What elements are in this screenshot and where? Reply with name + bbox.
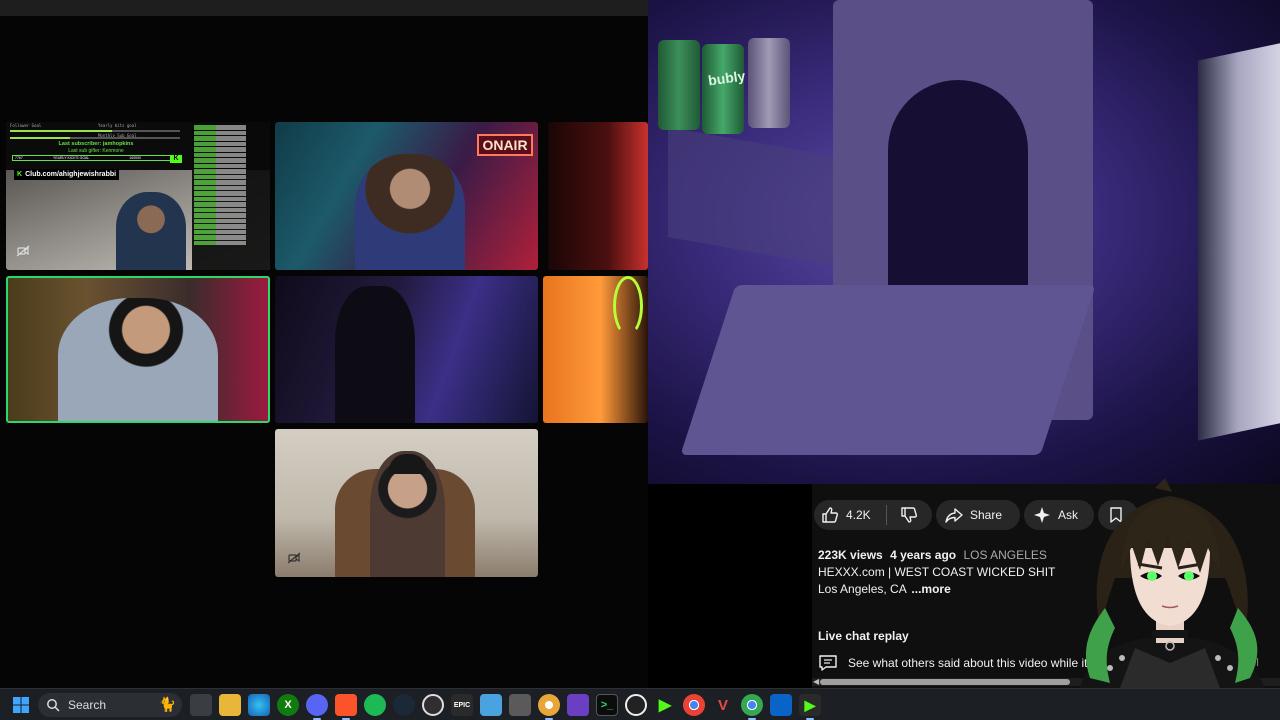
streamer-figure	[58, 298, 218, 421]
kick-goal-bar: 7767 YEARLY KICK'S GOAL 100000	[12, 155, 182, 161]
neon-ring	[613, 276, 643, 336]
file-explorer-icon[interactable]	[219, 694, 241, 716]
brave-icon[interactable]	[335, 694, 357, 720]
live-chat-replay-title: Live chat replay	[818, 629, 909, 643]
scene-cans: bubly	[658, 30, 798, 150]
stream-tile-bearded[interactable]: ONAIR	[275, 122, 538, 270]
stream-grid: Follower Goal Yearly bits goal Monthly S…	[0, 0, 648, 688]
scene-monitor	[1198, 39, 1280, 441]
task-view-icon[interactable]	[190, 694, 212, 716]
streamer-figure	[355, 154, 465, 270]
sparkle-icon	[1034, 507, 1050, 523]
last-subscriber: Last subscriber: jamhopkins	[58, 141, 134, 147]
discord-icon[interactable]	[306, 694, 328, 720]
vscode-icon[interactable]	[770, 694, 792, 716]
kick-goal-target: 100000	[129, 156, 141, 160]
streamer-figure	[116, 192, 186, 270]
follower-goal-bar	[10, 130, 180, 132]
like-count: 4.2K	[846, 508, 871, 522]
stream-tile-active-speaker[interactable]	[6, 276, 270, 423]
thumbs-up-icon	[822, 507, 838, 523]
like-dislike-group: 4.2K	[814, 500, 932, 530]
kick-app-icon[interactable]: ▶	[654, 694, 676, 716]
chrome-canary-icon[interactable]	[538, 694, 560, 720]
vtuber-avatar	[1060, 478, 1280, 688]
follower-goal-label: Follower Goal	[10, 123, 42, 128]
media-player-icon[interactable]	[567, 694, 589, 716]
stream-tile-dark-room[interactable]	[275, 276, 538, 423]
sub-goal-bar	[10, 137, 180, 139]
scrollbar-thumb[interactable]	[820, 679, 1070, 685]
window-top-bar	[0, 0, 648, 16]
club-handle-banner: K Club.com/ahighjewishrabbi	[14, 169, 120, 180]
share-button[interactable]: Share	[936, 500, 1020, 530]
start-button[interactable]	[8, 695, 34, 715]
calculator-icon[interactable]	[509, 694, 531, 716]
description-line-1: HEXXX.com | WEST COAST WICKED SHIT	[818, 565, 1056, 579]
chat-bubble-icon	[819, 655, 837, 671]
stream-overlay-hud: Follower Goal Yearly bits goal Monthly S…	[6, 122, 270, 270]
muted-video-icon[interactable]	[16, 244, 30, 258]
search-icon	[47, 699, 60, 712]
muted-video-icon[interactable]	[287, 551, 301, 565]
stream-tile-orange[interactable]	[543, 276, 648, 423]
stream-tile-partial-top[interactable]	[548, 122, 648, 270]
streamer-figure	[335, 286, 415, 423]
windows-taskbar: Search 🐈 X EPIC >_ ▶ V ▶	[0, 688, 1280, 720]
on-air-sign: ONAIR	[477, 134, 533, 156]
chrome-icon[interactable]	[683, 694, 705, 716]
scene-platform	[680, 285, 1096, 455]
bits-goal-label: Yearly bits goal	[98, 123, 137, 128]
video-meta: 223K views 4 years ago LOS ANGELES	[818, 548, 1047, 562]
thumbs-down-icon	[901, 507, 917, 523]
description-line-2: Los Angeles, CA ...more	[818, 582, 951, 596]
chrome-dev-icon[interactable]	[741, 694, 763, 720]
terminal-icon[interactable]: >_	[596, 694, 618, 716]
epic-games-icon[interactable]: EPIC	[451, 694, 473, 716]
upload-age: 4 years ago	[890, 548, 957, 562]
spotify-icon[interactable]	[364, 694, 386, 716]
kick-app-icon-2[interactable]: ▶	[799, 694, 821, 720]
obs-icon[interactable]	[422, 694, 444, 716]
location-tag[interactable]: LOS ANGELES	[963, 548, 1046, 562]
share-icon	[945, 508, 963, 523]
taskbar-search[interactable]: Search 🐈	[38, 693, 182, 717]
scroll-left-icon[interactable]: ◀	[813, 678, 819, 686]
kick-goal-label: YEARLY KICK'S GOAL	[53, 156, 90, 160]
last-gifter: Last sub gifter: Kenmone	[68, 148, 124, 154]
windows-logo-icon	[13, 697, 29, 713]
video-player[interactable]: bubly	[648, 0, 1280, 484]
xbox-icon[interactable]: X	[277, 694, 299, 716]
view-count: 223K views	[818, 548, 883, 562]
kick-goal-current: 7767	[15, 156, 23, 160]
dislike-button[interactable]	[887, 500, 931, 530]
show-more-link[interactable]: ...more	[911, 582, 950, 596]
overlay-chat	[192, 122, 270, 270]
edge-icon[interactable]	[248, 694, 270, 716]
search-highlight-icon: 🐈	[158, 696, 176, 712]
kick-small-icon: K	[17, 171, 23, 178]
steam-icon[interactable]	[393, 694, 415, 716]
kick-logo-icon: K	[170, 155, 182, 163]
notepad-icon[interactable]	[480, 694, 502, 716]
like-button[interactable]: 4.2K	[814, 500, 886, 530]
stream-tile-overlay[interactable]: Follower Goal Yearly bits goal Monthly S…	[6, 122, 270, 270]
stream-tile-beanie[interactable]	[275, 429, 538, 577]
vivaldi-icon[interactable]: V	[712, 694, 734, 716]
goal-panel: Follower Goal Yearly bits goal Monthly S…	[6, 122, 186, 170]
steelseries-icon[interactable]	[625, 694, 647, 716]
